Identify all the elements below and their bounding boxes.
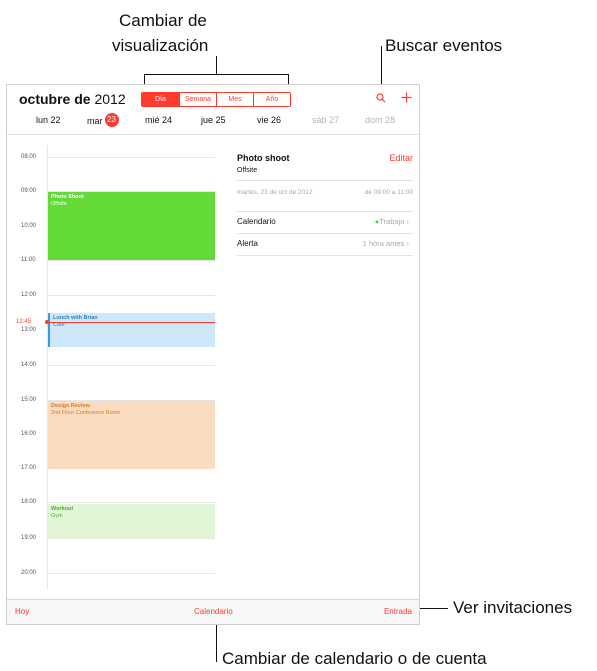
day-tue-label: mar (87, 116, 103, 126)
calendars-button[interactable]: Calendario (194, 607, 233, 616)
day-thu[interactable]: jue 25 (201, 115, 226, 125)
alert-row-label[interactable]: Alerta (237, 239, 258, 248)
hour-label: 12:00 (21, 292, 37, 298)
hour-line (47, 538, 215, 539)
today-button[interactable]: Hoy (15, 607, 29, 616)
callout-invitations: Ver invitaciones (453, 598, 573, 617)
hour-label: 09:00 (21, 188, 37, 194)
calendar-screen: octubre de 2012 Día Semana Mes Año lun 2… (6, 84, 420, 625)
detail-location: Offsite (237, 167, 258, 174)
hour-line (47, 573, 215, 574)
detail-divider (237, 211, 413, 212)
event-title: Lunch with Brian (53, 315, 98, 321)
month-title: octubre de 2012 (19, 91, 126, 107)
day-mon[interactable]: lun 22 (36, 115, 61, 125)
callout-view-switch-bracket (144, 74, 289, 75)
callout-view-switch-line2: visualización (112, 36, 209, 55)
month-label: octubre de (19, 91, 91, 107)
segment-day[interactable]: Día (142, 93, 179, 106)
segment-month[interactable]: Mes (216, 93, 253, 106)
event-workout[interactable]: Workout Gym (48, 504, 215, 538)
event-location: Cafe (53, 322, 65, 328)
calendar-row-value[interactable]: ●Trabajo › (375, 217, 409, 226)
day-sun[interactable]: dom 28 (365, 115, 395, 125)
callout-calendar-account: Cambiar de calendario o de cuenta (222, 649, 487, 668)
event-title: Photo Shoot (51, 194, 84, 200)
year-label: 2012 (94, 91, 126, 107)
search-icon[interactable] (376, 93, 386, 103)
hour-label: 15:00 (21, 397, 37, 403)
hour-label: 08:00 (21, 154, 37, 160)
week-strip: lun 22 mar 23 mié 24 jue 25 vie 26 sáb 27… (7, 113, 419, 129)
hour-line (47, 260, 215, 261)
alert-row-value[interactable]: 1 hora antes › (363, 239, 409, 248)
week-separator (7, 134, 419, 135)
detail-date: martes, 23 de oct de 2012 (237, 189, 313, 196)
detail-divider (237, 233, 413, 234)
event-photo-shoot[interactable]: Photo Shoot Offsite (48, 192, 215, 260)
hour-label: 10:00 (21, 223, 37, 229)
event-title: Design Review (51, 403, 90, 409)
alert-value: 1 hora antes (362, 239, 405, 248)
day-wed[interactable]: mié 24 (145, 115, 172, 125)
edit-button[interactable]: Editar (389, 153, 413, 163)
event-lunch[interactable]: Lunch with Brian Cafe (48, 313, 215, 347)
event-detail-panel: Photo shoot Editar Offsite martes, 23 de… (237, 145, 413, 275)
detail-title: Photo shoot (237, 153, 290, 163)
detail-divider (237, 255, 413, 256)
calendar-row-label[interactable]: Calendario (237, 217, 276, 226)
day-tue[interactable]: mar 23 (87, 113, 119, 127)
current-time-line (47, 322, 215, 323)
event-location: 2nd Floor Conference Room (51, 410, 121, 416)
view-switcher[interactable]: Día Semana Mes Año (141, 92, 291, 107)
chevron-right-icon: › (406, 239, 410, 248)
event-design-review[interactable]: Design Review 2nd Floor Conference Room (48, 401, 215, 469)
detail-divider (237, 180, 413, 181)
plus-icon[interactable] (401, 92, 412, 103)
event-title: Workout (51, 506, 74, 512)
segment-year[interactable]: Año (253, 93, 290, 106)
current-time-label: 12:45 (16, 319, 32, 325)
hour-line (47, 295, 215, 296)
segment-week[interactable]: Semana (179, 93, 216, 106)
callout-search-pointer (381, 46, 382, 88)
callout-view-switch-pointer (216, 56, 217, 74)
hour-label: 19:00 (21, 535, 37, 541)
hour-label: 17:00 (21, 465, 37, 471)
bottom-toolbar: Hoy Calendario Entrada (7, 599, 419, 624)
chevron-right-icon: › (406, 217, 410, 226)
event-location: Offsite (51, 201, 67, 207)
calendar-value: Trabajo (379, 217, 405, 226)
callout-view-switch-line1: Cambiar de (119, 11, 207, 30)
today-badge: 23 (104, 113, 119, 127)
hour-line (47, 502, 215, 503)
callout-search: Buscar eventos (385, 36, 503, 55)
day-fri[interactable]: vie 26 (257, 115, 281, 125)
inbox-button[interactable]: Entrada (384, 607, 412, 616)
event-location: Gym (51, 513, 63, 519)
hour-line (47, 365, 215, 366)
callout-invitations-pointer (420, 608, 448, 609)
hour-label: 20:00 (21, 570, 37, 576)
hour-line (47, 157, 215, 158)
hour-label: 14:00 (21, 362, 37, 368)
hour-label: 18:00 (21, 499, 37, 505)
day-sat[interactable]: sáb 27 (312, 115, 339, 125)
hour-label: 16:00 (21, 431, 37, 437)
detail-time: de 09:00 a 11:00 (364, 189, 413, 196)
hour-label: 13:00 (21, 327, 37, 333)
hour-label: 11:00 (21, 257, 36, 263)
